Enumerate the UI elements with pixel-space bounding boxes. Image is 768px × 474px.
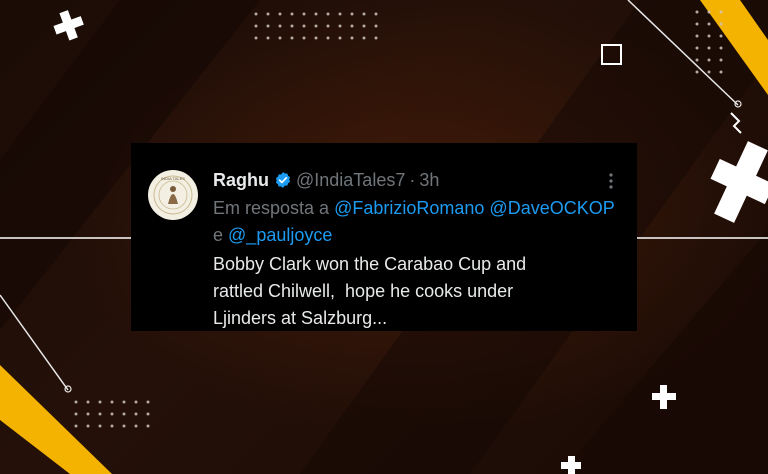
mention-link[interactable]: @DaveOCKOP	[489, 198, 614, 218]
user-handle[interactable]: @IndiaTales7	[296, 170, 405, 191]
svg-text:INDIA TALES: INDIA TALES	[161, 176, 185, 181]
more-options-icon[interactable]	[607, 171, 615, 191]
tweet-text-line: rattled Chilwell, hope he cooks under	[213, 281, 514, 301]
india-tales-logo-icon: INDIA TALES	[149, 171, 197, 219]
reply-prefix: Em resposta a	[213, 198, 330, 218]
tweet-header: Raghu @IndiaTales7 · 3h	[213, 168, 439, 192]
mention-link[interactable]: @_pauljoyce	[228, 225, 332, 245]
reply-context: Em resposta a @FabrizioRomano @DaveOCKOP…	[213, 195, 623, 249]
tweet-text-line: Ljinders at Salzburg...	[213, 308, 388, 328]
display-name[interactable]: Raghu	[213, 170, 269, 191]
yellow-stripe-bottom-left	[0, 365, 112, 474]
separator-dot: ·	[409, 169, 416, 190]
tweet-text-line: Bobby Clark won the Carabao Cup and	[213, 254, 527, 274]
avatar[interactable]: INDIA TALES	[148, 170, 198, 220]
background-canvas: INDIA TALES Raghu @IndiaTales7 · 3h Em r…	[0, 0, 768, 474]
tweet-body: Bobby Clark won the Carabao Cup and ratt…	[213, 251, 623, 332]
tweet-card[interactable]: INDIA TALES Raghu @IndiaTales7 · 3h Em r…	[131, 143, 637, 331]
mention-link[interactable]: @FabrizioRomano	[334, 198, 484, 218]
timestamp[interactable]: 3h	[419, 170, 439, 191]
verified-badge-icon	[274, 171, 292, 189]
mention-joiner: e	[213, 225, 224, 245]
